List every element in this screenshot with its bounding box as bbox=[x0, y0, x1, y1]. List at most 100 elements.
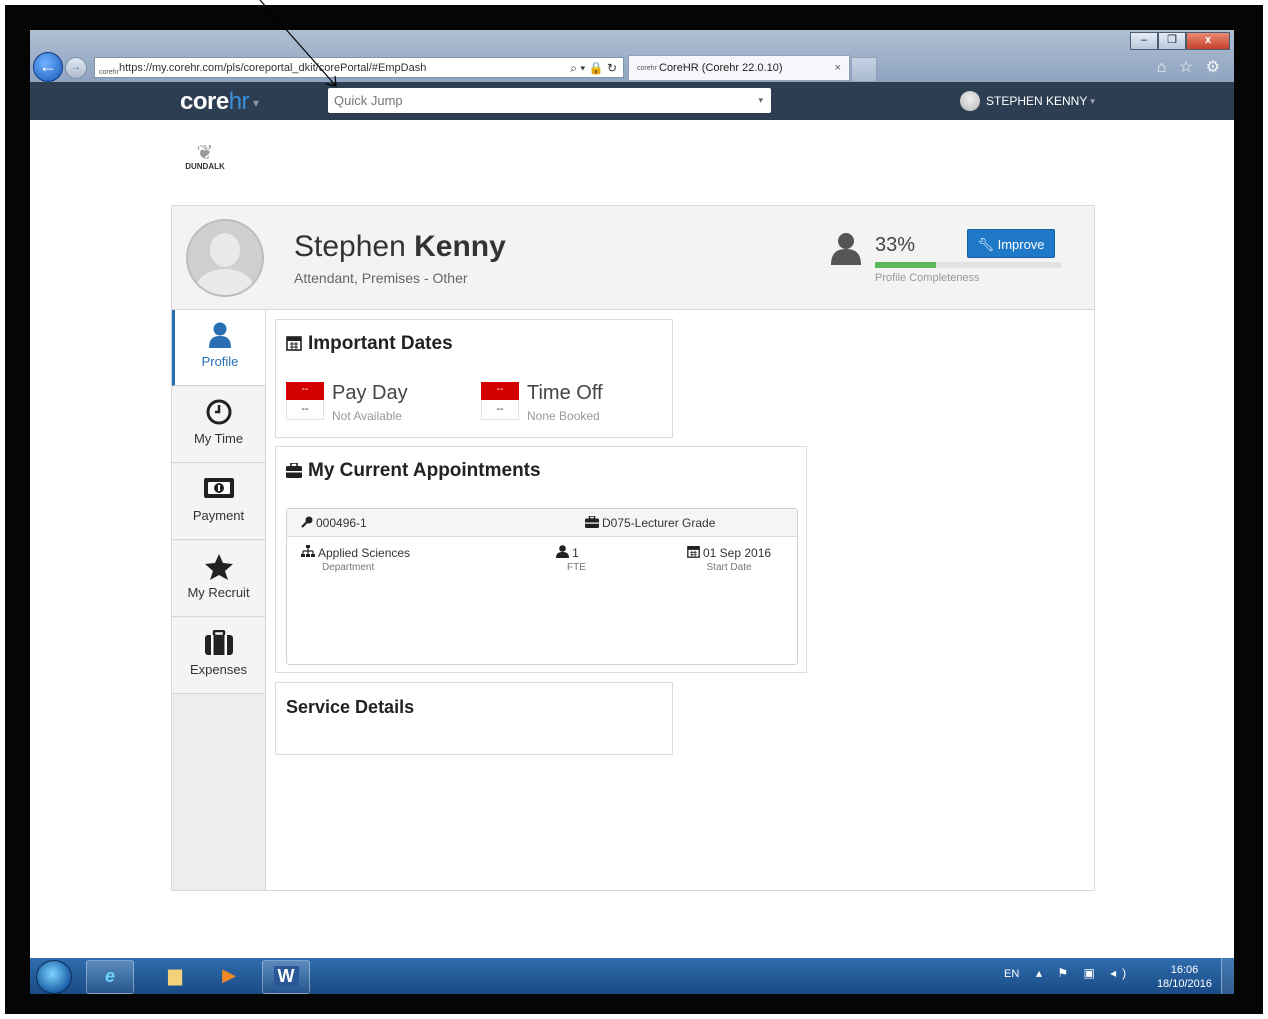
organisation-logo-mark: ❦ bbox=[196, 142, 214, 164]
appointments-title: My Current Appointments bbox=[286, 460, 541, 482]
system-tray: EN ▴ ⚑ ▣ ◂) 16:06 18/10/2016 bbox=[964, 958, 1234, 994]
briefcase-icon bbox=[286, 463, 302, 478]
site-favicon-icon: corehr bbox=[99, 69, 119, 76]
time-off-value: -- bbox=[481, 400, 519, 420]
profile-completeness-label: Profile Completeness bbox=[875, 272, 980, 284]
sidebar-item-label: Profile bbox=[201, 354, 239, 369]
address-bar[interactable]: corehr https://my.corehr.com/pls/corepor… bbox=[94, 57, 624, 78]
user-icon bbox=[209, 322, 231, 348]
media-player-taskbar-icon[interactable]: ▶ bbox=[206, 960, 252, 992]
profile-header: Stephen Kenny Attendant, Premises - Othe… bbox=[171, 205, 1095, 310]
organisation-logo: ❦ DUNDALK bbox=[175, 142, 235, 182]
file-explorer-taskbar-icon[interactable]: ▆ bbox=[152, 960, 198, 992]
appointment-grade: D075-Lecturer Grade bbox=[585, 516, 715, 530]
show-desktop-button[interactable] bbox=[1221, 958, 1234, 994]
clock-time: 16:06 bbox=[1170, 964, 1199, 976]
quick-jump-select[interactable]: Quick Jump ▾ bbox=[328, 88, 771, 113]
user-menu[interactable]: STEPHEN KENNY ▾ bbox=[960, 91, 1095, 111]
appointment-id-text: 000496-1 bbox=[316, 516, 367, 530]
start-button[interactable] bbox=[36, 960, 72, 994]
appointments-title-text: My Current Appointments bbox=[308, 460, 541, 481]
forward-button[interactable]: → bbox=[65, 57, 87, 79]
person-icon bbox=[831, 233, 861, 265]
calendar-icon bbox=[286, 336, 302, 351]
start-date-value: 01 Sep 2016 bbox=[703, 546, 772, 560]
tab-title: CoreHR (Corehr 22.0.10) bbox=[659, 62, 783, 74]
first-name: Stephen bbox=[294, 230, 406, 263]
minimize-button[interactable]: – bbox=[1130, 32, 1158, 50]
employee-name: Stephen Kenny bbox=[294, 230, 506, 264]
suitcase-icon bbox=[204, 629, 233, 655]
sidebar: Profile My Time Payment My Recruit Expen… bbox=[172, 310, 266, 890]
sidebar-item-my-recruit[interactable]: My Recruit bbox=[172, 541, 265, 617]
important-dates-title-text: Important Dates bbox=[308, 333, 453, 354]
sidebar-item-label: Payment bbox=[192, 508, 245, 523]
logo-hr-text: hr bbox=[228, 88, 250, 115]
start-date-label: Start Date bbox=[706, 562, 752, 573]
department-label: Department bbox=[322, 562, 375, 573]
corehr-app-bar: corehr ▾ Quick Jump ▾ STEPHEN KENNY ▾ bbox=[30, 82, 1234, 120]
internet-explorer-taskbar-icon[interactable]: e bbox=[86, 960, 134, 994]
logo-core-text: core bbox=[180, 88, 229, 115]
important-dates-card: Important Dates -- -- Pay Day Not Availa… bbox=[275, 319, 673, 438]
quick-jump-placeholder: Quick Jump bbox=[334, 93, 403, 108]
profile-completeness-fill bbox=[875, 262, 937, 268]
language-indicator[interactable]: EN bbox=[1004, 968, 1019, 980]
improve-button[interactable]: 🔧︎ Improve bbox=[967, 229, 1055, 258]
restore-button[interactable]: ❐ bbox=[1158, 32, 1186, 50]
appointment-start-date: 01 Sep 2016 Start Date bbox=[687, 545, 771, 573]
pay-day-status: Not Available bbox=[332, 409, 402, 423]
address-url: https://my.corehr.com/pls/coreportal_dki… bbox=[119, 62, 427, 74]
clock[interactable]: 16:06 18/10/2016 bbox=[1157, 963, 1212, 991]
back-button[interactable]: ← bbox=[33, 52, 63, 82]
word-taskbar-icon[interactable]: W bbox=[262, 960, 310, 994]
appointment-grade-text: D075-Lecturer Grade bbox=[602, 516, 716, 530]
tab-close-icon[interactable]: × bbox=[835, 56, 841, 81]
appointment-id: 000496-1 bbox=[301, 516, 367, 530]
pay-day-value: -- bbox=[286, 400, 324, 420]
tab-favicon-icon: corehr bbox=[637, 65, 657, 72]
browser-chrome: – ❐ x ← → corehr https://my.corehr.com/p… bbox=[30, 30, 1234, 82]
important-dates-title: Important Dates bbox=[286, 333, 453, 355]
logo-caret-icon: ▾ bbox=[253, 95, 259, 110]
dashboard-panel: Profile My Time Payment My Recruit Expen… bbox=[171, 309, 1095, 891]
pay-day-badge: -- bbox=[286, 382, 324, 400]
tray-icons[interactable]: ▴ ⚑ ▣ ◂) bbox=[1036, 966, 1132, 980]
sidebar-item-profile[interactable]: Profile bbox=[172, 310, 265, 386]
sidebar-item-label: My Recruit bbox=[187, 585, 250, 600]
appointments-card: My Current Appointments 000496-1 D075-Le… bbox=[275, 446, 807, 673]
fte-label: FTE bbox=[567, 562, 586, 573]
user-caret-icon: ▾ bbox=[1090, 96, 1095, 106]
page-content: ❦ DUNDALK Stephen Kenny Attendant, Premi… bbox=[30, 120, 1234, 958]
address-tools-icon[interactable]: ⌕ ▾ 🔒 ↻ bbox=[570, 58, 617, 77]
clock-icon bbox=[206, 399, 231, 425]
star-icon bbox=[204, 554, 233, 580]
time-off-title: Time Off bbox=[527, 382, 603, 404]
profile-completeness-bar bbox=[875, 262, 1061, 268]
wrench-icon: 🔧︎ bbox=[977, 237, 994, 252]
calendar-icon bbox=[687, 545, 700, 558]
close-window-button[interactable]: x bbox=[1186, 32, 1230, 50]
appointment-fte: 1 FTE bbox=[549, 545, 586, 573]
sidebar-item-my-time[interactable]: My Time bbox=[172, 387, 265, 463]
appointment-header: 000496-1 D075-Lecturer Grade bbox=[287, 509, 797, 537]
user-icon bbox=[556, 545, 570, 558]
clock-date: 18/10/2016 bbox=[1156, 978, 1212, 990]
last-name: Kenny bbox=[414, 230, 506, 263]
time-off-badge: -- bbox=[481, 382, 519, 400]
time-off-status: None Booked bbox=[527, 409, 600, 423]
improve-label: Improve bbox=[997, 237, 1045, 252]
sidebar-item-payment[interactable]: Payment bbox=[172, 464, 265, 540]
avatar bbox=[960, 91, 980, 111]
browser-tab[interactable]: corehr CoreHR (Corehr 22.0.10) × bbox=[628, 55, 850, 80]
pay-day-title: Pay Day bbox=[332, 382, 408, 404]
appointment-item[interactable]: 000496-1 D075-Lecturer Grade Applied Sci… bbox=[286, 508, 798, 665]
new-tab-button[interactable] bbox=[851, 57, 877, 81]
sidebar-item-expenses[interactable]: Expenses bbox=[172, 618, 265, 694]
job-title: Attendant, Premises - Other bbox=[294, 270, 468, 286]
corehr-logo[interactable]: corehr ▾ bbox=[180, 88, 259, 116]
key-icon bbox=[301, 516, 313, 528]
appointment-department: Applied Sciences Department bbox=[301, 545, 410, 573]
sitemap-icon bbox=[301, 545, 315, 557]
browser-toolbar-icons[interactable]: ⌂ ☆ ⚙ bbox=[1157, 57, 1224, 77]
